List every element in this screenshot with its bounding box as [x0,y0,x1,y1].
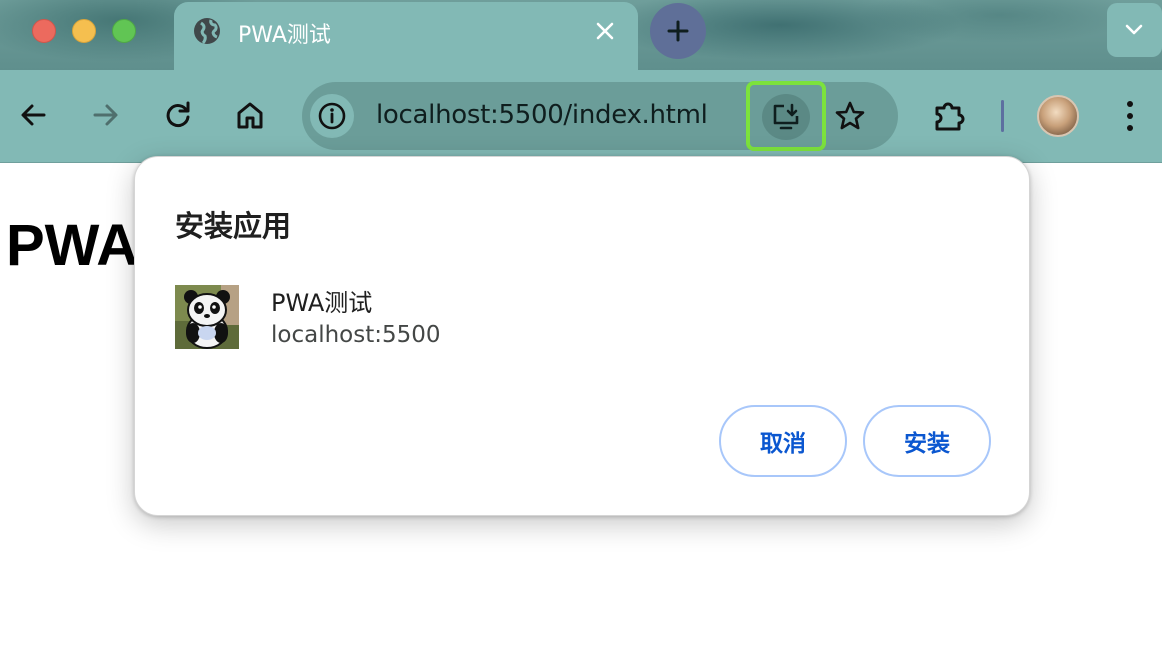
extensions-puzzle-icon [935,102,965,131]
forward-button[interactable] [87,97,123,133]
globe-icon [192,16,222,46]
back-arrow-icon [21,104,46,126]
bookmark-star-icon [835,101,865,130]
profile-avatar[interactable] [1037,95,1079,137]
kebab-menu-icon [1127,101,1133,131]
install-button[interactable]: 安装 [863,405,991,477]
panda-icon [175,285,239,349]
window-close-button[interactable] [32,19,56,43]
dialog-title: 安装应用 [175,209,292,243]
app-icon [175,285,239,349]
install-app-icon [773,103,799,130]
browser-menu-button[interactable] [1116,94,1144,138]
window-minimize-button[interactable] [72,19,96,43]
back-button[interactable] [16,97,52,133]
window-zoom-button[interactable] [112,19,136,43]
info-icon [318,102,346,130]
install-app-dialog: 安装应用 PWA测试 localhost:5500 取消 安装 [134,156,1030,516]
reload-icon [166,101,190,127]
new-tab-button[interactable] [650,3,706,59]
tab-title: PWA测试 [238,23,331,48]
close-tab-icon[interactable] [592,18,618,44]
toolbar-divider [1001,100,1004,132]
home-icon [237,102,263,129]
install-app-button[interactable] [762,94,810,140]
tab-strip: PWA测试 [0,0,1162,70]
page-heading: PWA [6,213,139,278]
address-bar[interactable]: localhost:5500/index.html [302,81,898,151]
url-text[interactable]: localhost:5500/index.html [376,100,708,130]
tab-search-button[interactable] [1107,3,1162,57]
site-info-button[interactable] [310,94,354,138]
forward-arrow-icon [93,104,118,126]
bookmark-button[interactable] [832,98,868,134]
plus-icon [667,20,689,42]
home-button[interactable] [232,97,268,133]
app-origin: localhost:5500 [271,322,441,348]
active-tab[interactable]: PWA测试 [174,2,638,70]
cancel-button[interactable]: 取消 [719,405,847,477]
app-name: PWA测试 [271,289,373,317]
extensions-button[interactable] [930,96,970,136]
chevron-down-icon [1125,24,1143,35]
reload-button[interactable] [160,97,196,133]
browser-toolbar: localhost:5500/index.html [0,70,1162,163]
